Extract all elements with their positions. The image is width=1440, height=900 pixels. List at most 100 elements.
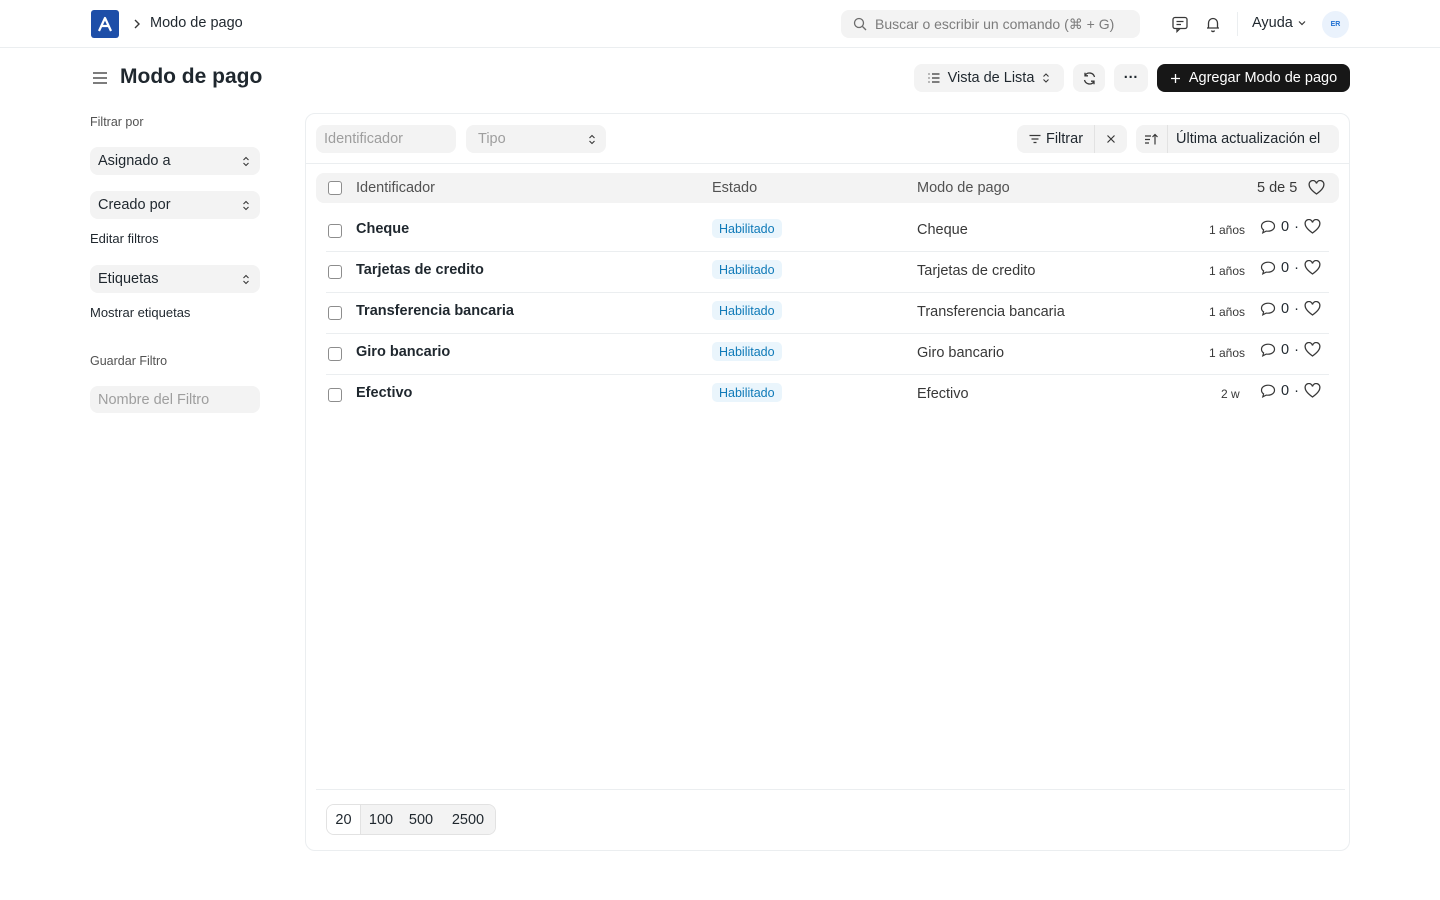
filter-button[interactable]: Filtrar <box>1017 125 1095 153</box>
filter-button-group: Filtrar <box>1017 125 1127 153</box>
row-checkbox[interactable] <box>328 388 342 402</box>
chevron-down-icon <box>1298 21 1306 26</box>
list-row[interactable]: Efectivo Habilitado Efectivo 2 w 0 · <box>316 375 1329 416</box>
status-badge: Habilitado <box>712 301 782 320</box>
breadcrumb[interactable]: Modo de pago <box>150 15 243 31</box>
filter-divider <box>306 163 1349 164</box>
created-by-label: Creado por <box>98 197 171 213</box>
list-row[interactable]: Cheque Habilitado Cheque 1 años 0 · <box>316 211 1329 252</box>
row-checkbox[interactable] <box>328 347 342 361</box>
list-row[interactable]: Transferencia bancaria Habilitado Transf… <box>316 293 1329 334</box>
meta-separator: · <box>1294 342 1299 358</box>
help-label: Ayuda <box>1252 15 1293 31</box>
help-dropdown[interactable]: Ayuda <box>1252 15 1307 31</box>
identifier-filter-input[interactable] <box>316 125 456 153</box>
row-name[interactable]: Efectivo <box>356 385 412 401</box>
page-size-20[interactable]: 20 <box>327 805 361 834</box>
add-button-label: Agregar Modo de pago <box>1188 70 1338 86</box>
meta-separator: · <box>1294 219 1299 235</box>
heart-icon[interactable] <box>1304 219 1321 235</box>
row-mode: Transferencia bancaria <box>917 304 1065 320</box>
row-name[interactable]: Transferencia bancaria <box>356 303 514 319</box>
list-row[interactable]: Giro bancario Habilitado Giro bancario 1… <box>316 334 1329 375</box>
created-by-select[interactable]: Creado por <box>90 191 260 219</box>
refresh-button[interactable] <box>1073 64 1105 92</box>
row-name[interactable]: Cheque <box>356 221 409 237</box>
row-name[interactable]: Giro bancario <box>356 344 450 360</box>
add-payment-mode-button[interactable]: Agregar Modo de pago <box>1157 64 1350 92</box>
filter-by-label: Filtrar por <box>90 115 144 129</box>
search-icon <box>853 17 867 31</box>
meta-separator: · <box>1294 383 1299 399</box>
page-title: Modo de pago <box>120 65 263 88</box>
status-badge: Habilitado <box>712 219 782 238</box>
comment-icon <box>1260 343 1276 357</box>
refresh-icon <box>1083 71 1095 85</box>
row-meta: 0 · <box>1260 383 1321 399</box>
avatar[interactable]: ER <box>1322 11 1349 38</box>
list-row[interactable]: Tarjetas de credito Habilitado Tarjetas … <box>316 252 1329 293</box>
show-tags-link[interactable]: Mostrar etiquetas <box>90 305 190 320</box>
row-mode: Tarjetas de credito <box>917 263 1036 279</box>
row-mode: Cheque <box>917 222 968 238</box>
comment-count: 0 <box>1281 219 1290 235</box>
meta-separator: · <box>1294 301 1299 317</box>
navbar-divider <box>1237 12 1238 36</box>
app-logo-icon[interactable] <box>91 10 119 38</box>
row-checkbox[interactable] <box>328 265 342 279</box>
comment-icon <box>1260 220 1276 234</box>
row-mode: Giro bancario <box>917 345 1005 361</box>
view-selector-button[interactable]: Vista de Lista <box>914 64 1064 92</box>
row-meta: 0 · <box>1260 342 1321 358</box>
type-filter-select[interactable]: Tipo <box>466 125 606 153</box>
type-filter-label: Tipo <box>478 131 506 147</box>
clear-filter-button[interactable] <box>1095 125 1127 153</box>
status-badge: Habilitado <box>712 260 782 279</box>
assigned-to-select[interactable]: Asignado a <box>90 147 260 175</box>
close-icon <box>1107 135 1115 143</box>
list-icon <box>928 73 940 83</box>
page-size-2500[interactable]: 2500 <box>441 805 495 834</box>
heart-icon[interactable] <box>1308 180 1325 196</box>
tags-select[interactable]: Etiquetas <box>90 265 260 293</box>
comment-icon <box>1260 384 1276 398</box>
sort-direction-button[interactable] <box>1136 125 1168 153</box>
sort-arrows-icon <box>243 156 249 166</box>
filter-name-input[interactable] <box>90 386 260 413</box>
sort-control: Última actualización el <box>1136 125 1339 153</box>
row-modified-time: 1 años <box>1209 346 1246 360</box>
comment-count: 0 <box>1281 301 1290 317</box>
bell-icon[interactable] <box>1203 14 1223 34</box>
row-modified-time: 2 w <box>1221 387 1240 401</box>
sort-arrows-icon <box>589 134 595 144</box>
pager-divider <box>316 789 1345 790</box>
status-badge: Habilitado <box>712 383 782 402</box>
select-all-checkbox[interactable] <box>328 181 342 195</box>
plus-icon <box>1170 73 1180 83</box>
row-meta: 0 · <box>1260 301 1321 317</box>
comment-icon <box>1260 302 1276 316</box>
comment-count: 0 <box>1281 383 1290 399</box>
row-name[interactable]: Tarjetas de credito <box>356 262 484 278</box>
search-input[interactable] <box>875 16 1125 32</box>
page-size-100[interactable]: 100 <box>361 805 401 834</box>
search-bar[interactable] <box>841 10 1140 38</box>
status-badge: Habilitado <box>712 342 782 361</box>
heart-icon[interactable] <box>1304 342 1321 358</box>
row-checkbox[interactable] <box>328 306 342 320</box>
sort-by-button[interactable]: Última actualización el <box>1168 125 1339 153</box>
row-checkbox[interactable] <box>328 224 342 238</box>
chat-icon[interactable] <box>1170 14 1190 34</box>
heart-icon[interactable] <box>1304 260 1321 276</box>
edit-filters-link[interactable]: Editar filtros <box>90 231 159 246</box>
filter-icon <box>1029 134 1041 144</box>
comment-count: 0 <box>1281 260 1290 276</box>
more-options-button[interactable]: ··· <box>1114 64 1148 92</box>
hamburger-icon[interactable] <box>91 70 109 86</box>
heart-icon[interactable] <box>1304 301 1321 317</box>
list-header: Identificador Estado Modo de pago 5 de 5 <box>316 173 1339 203</box>
row-modified-time: 1 años <box>1209 305 1246 319</box>
heart-icon[interactable] <box>1304 383 1321 399</box>
page-size-500[interactable]: 500 <box>401 805 441 834</box>
sort-arrows-icon <box>243 200 249 210</box>
